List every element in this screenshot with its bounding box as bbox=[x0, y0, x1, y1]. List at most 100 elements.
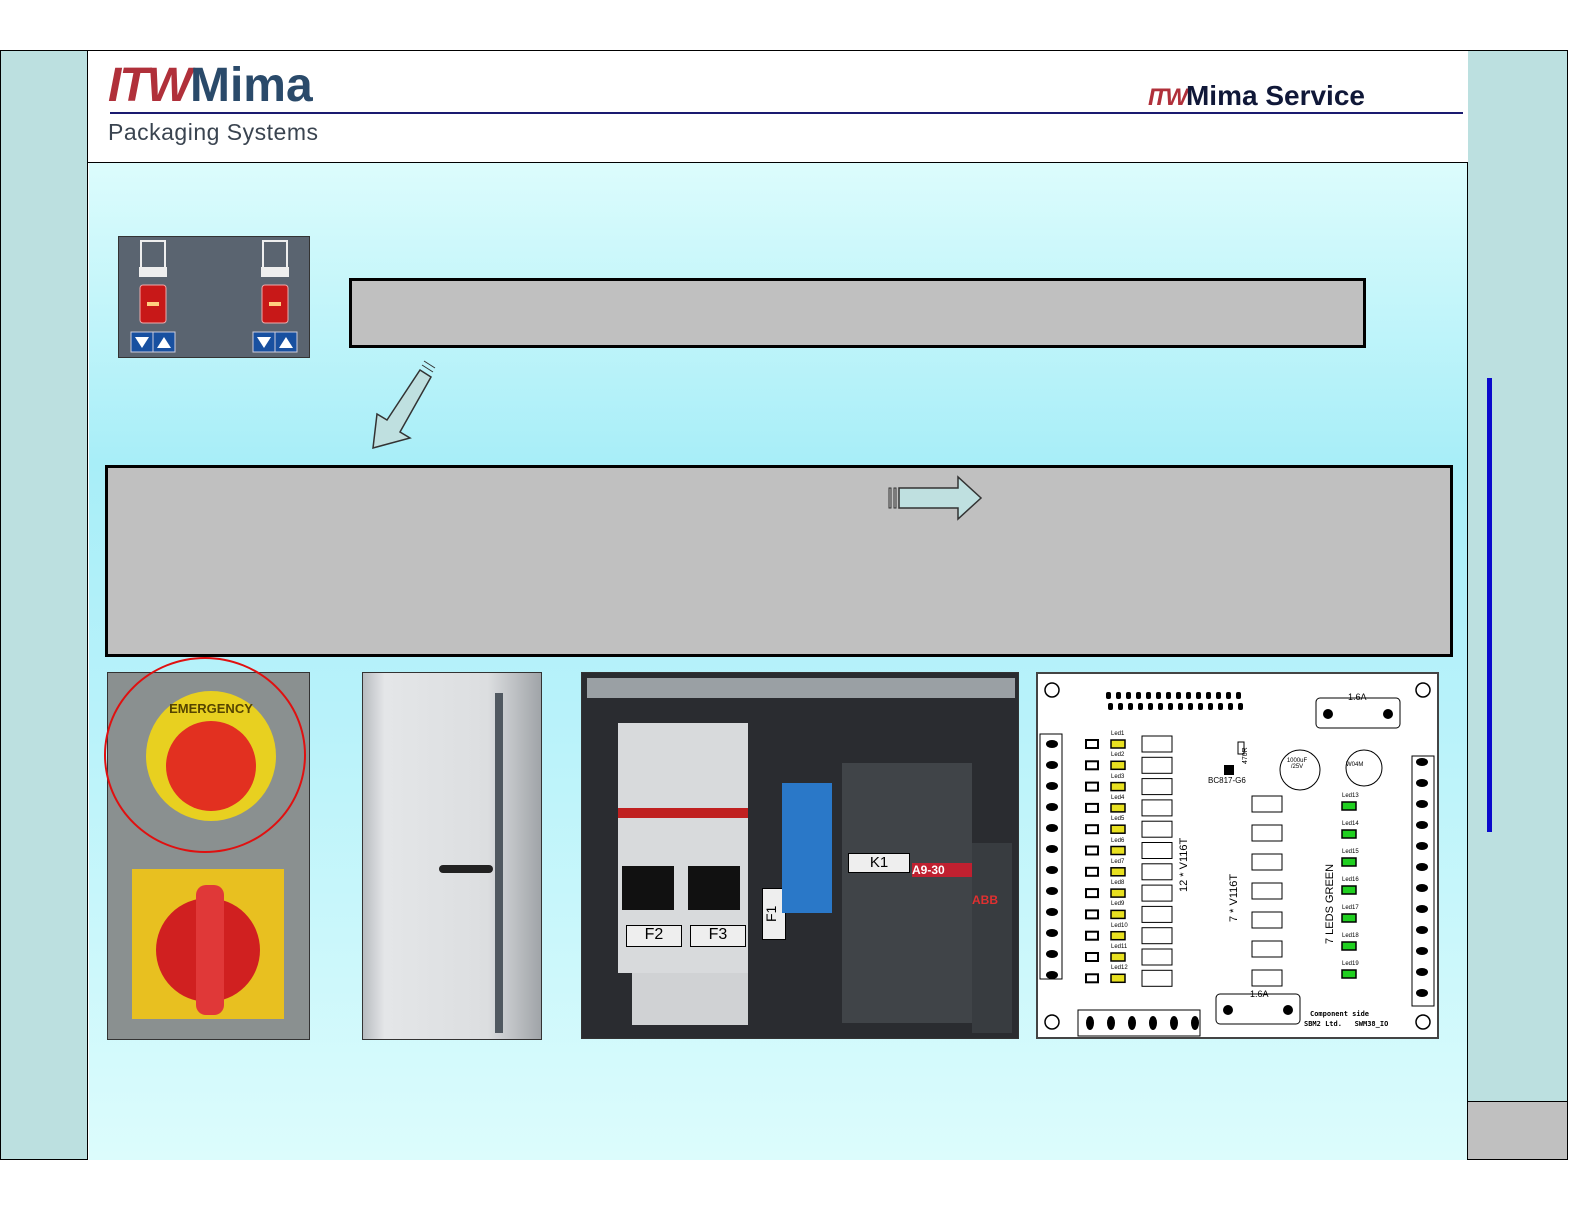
terminal-pin bbox=[1170, 1016, 1178, 1030]
optocoupler bbox=[1141, 969, 1173, 987]
yellow-led-icon bbox=[1110, 930, 1126, 941]
led-label: Led18 bbox=[1342, 933, 1359, 939]
connector-pin bbox=[1216, 692, 1221, 699]
pcb-footer-2: SBM2 Ltd. SWM38_IO bbox=[1304, 1020, 1389, 1028]
text-box-top bbox=[349, 278, 1366, 348]
up-arrow-button[interactable] bbox=[274, 331, 298, 353]
optocoupler bbox=[1141, 778, 1173, 796]
yellow-led-icon bbox=[1110, 952, 1126, 962]
connector-pin bbox=[1146, 692, 1151, 699]
terminal-pin bbox=[1046, 824, 1058, 832]
control-panel-display bbox=[118, 236, 310, 358]
pad bbox=[1085, 952, 1099, 962]
terminal-block-left bbox=[1039, 733, 1063, 980]
yellow-led-icon bbox=[1110, 909, 1126, 920]
led-label: Led9 bbox=[1111, 901, 1125, 908]
pcb-layout: 12 * V116T 7 * V116T 7 LEDS GREEN BC817-… bbox=[1036, 672, 1439, 1039]
led-label: Led16 bbox=[1342, 877, 1359, 883]
terminal-pin bbox=[1416, 758, 1428, 766]
fuse-pin bbox=[1283, 1005, 1293, 1015]
yellow-led-icon bbox=[1110, 824, 1126, 834]
terminal-pin bbox=[1046, 950, 1058, 958]
led-label: Led10 bbox=[1111, 922, 1128, 929]
yellow-led-icon bbox=[1110, 845, 1126, 856]
optocoupler bbox=[1141, 735, 1173, 753]
label-f3: F3 bbox=[690, 925, 746, 947]
right-sidebar bbox=[1467, 50, 1568, 1160]
down-arrow-button[interactable] bbox=[252, 331, 276, 353]
bridge-label: W04M bbox=[1346, 762, 1364, 768]
optocoupler bbox=[1141, 820, 1173, 838]
led-label: Led3 bbox=[1111, 773, 1125, 780]
led-label: Led14 bbox=[1342, 821, 1359, 827]
terminal-pin bbox=[1416, 884, 1428, 892]
right-footer-box bbox=[1467, 1101, 1568, 1160]
pad bbox=[1085, 973, 1099, 984]
terminal-pin bbox=[1046, 971, 1058, 979]
header-subtitle: Packaging Systems bbox=[108, 119, 319, 145]
optocoupler bbox=[1141, 927, 1173, 945]
terminal-pin bbox=[1086, 1016, 1094, 1030]
contactor bbox=[842, 763, 972, 1023]
connector-pin bbox=[1106, 692, 1111, 699]
control-display-graphic bbox=[130, 240, 298, 353]
connector-pin bbox=[1206, 692, 1211, 699]
tray-icon bbox=[261, 240, 289, 277]
mounting-hole-icon bbox=[1044, 682, 1060, 698]
connector-pin bbox=[1126, 692, 1131, 699]
green-led-icon bbox=[1341, 801, 1357, 811]
terminal-pin bbox=[1046, 761, 1058, 769]
terminal-pin bbox=[1416, 842, 1428, 850]
terminal-pin bbox=[1046, 803, 1058, 811]
yellow-led-icon bbox=[1110, 973, 1126, 984]
text-box-main bbox=[105, 465, 1453, 657]
connector-pin bbox=[1238, 703, 1243, 710]
terminal-pin bbox=[1149, 1016, 1157, 1030]
logo-mima: Mima bbox=[189, 59, 313, 112]
capacitor-icon bbox=[1279, 749, 1321, 791]
green-led-icon bbox=[1341, 857, 1357, 867]
opto-label-7: 7 * V116T bbox=[1228, 873, 1240, 922]
relay bbox=[782, 783, 832, 913]
pad bbox=[1085, 888, 1099, 899]
connector-pin bbox=[1208, 703, 1213, 710]
switch-handle[interactable] bbox=[196, 885, 224, 1015]
led-label: Led13 bbox=[1342, 793, 1359, 799]
yellow-led-icon bbox=[1110, 781, 1126, 792]
connector-pin bbox=[1196, 692, 1201, 699]
optocoupler bbox=[1251, 911, 1283, 929]
door-handle[interactable] bbox=[439, 865, 493, 873]
terminal-pin bbox=[1416, 779, 1428, 787]
mounting-hole-icon bbox=[1415, 682, 1431, 698]
logo-itw: ITW bbox=[108, 59, 192, 112]
pad bbox=[1085, 760, 1099, 771]
terminal-pin bbox=[1191, 1016, 1199, 1030]
connector-pin bbox=[1198, 703, 1203, 710]
green-led-icon bbox=[1341, 941, 1357, 951]
left-sidebar bbox=[0, 50, 88, 1160]
terminal-block-bottom bbox=[1077, 1009, 1201, 1037]
yellow-led-icon bbox=[1110, 803, 1126, 813]
down-arrow-button[interactable] bbox=[130, 331, 154, 353]
green-led-icon bbox=[1341, 969, 1357, 979]
connector-pin bbox=[1148, 703, 1153, 710]
door-gap bbox=[495, 693, 503, 1033]
terminal-pin bbox=[1046, 845, 1058, 853]
led-label: Led2 bbox=[1111, 752, 1125, 759]
up-arrow-button[interactable] bbox=[152, 331, 176, 353]
connector-pin bbox=[1236, 692, 1241, 699]
terminal-pin bbox=[1046, 866, 1058, 874]
yellow-led-icon bbox=[1110, 867, 1126, 877]
optocoupler bbox=[1251, 882, 1283, 900]
terminal-pin bbox=[1416, 800, 1428, 808]
pcb-drawing bbox=[1039, 682, 1435, 1037]
resistor-label: 470R bbox=[1242, 747, 1249, 764]
pcb-footer-1: Component side bbox=[1310, 1010, 1370, 1018]
pad bbox=[1085, 845, 1099, 856]
label-k1: K1 bbox=[848, 853, 910, 873]
led-label: Led4 bbox=[1111, 794, 1125, 801]
mima-service-logo: ITWMima Service bbox=[1148, 80, 1365, 112]
fuse-label-bottom: 1.6A bbox=[1250, 989, 1269, 999]
optocoupler bbox=[1141, 756, 1173, 774]
optocoupler bbox=[1141, 842, 1173, 859]
